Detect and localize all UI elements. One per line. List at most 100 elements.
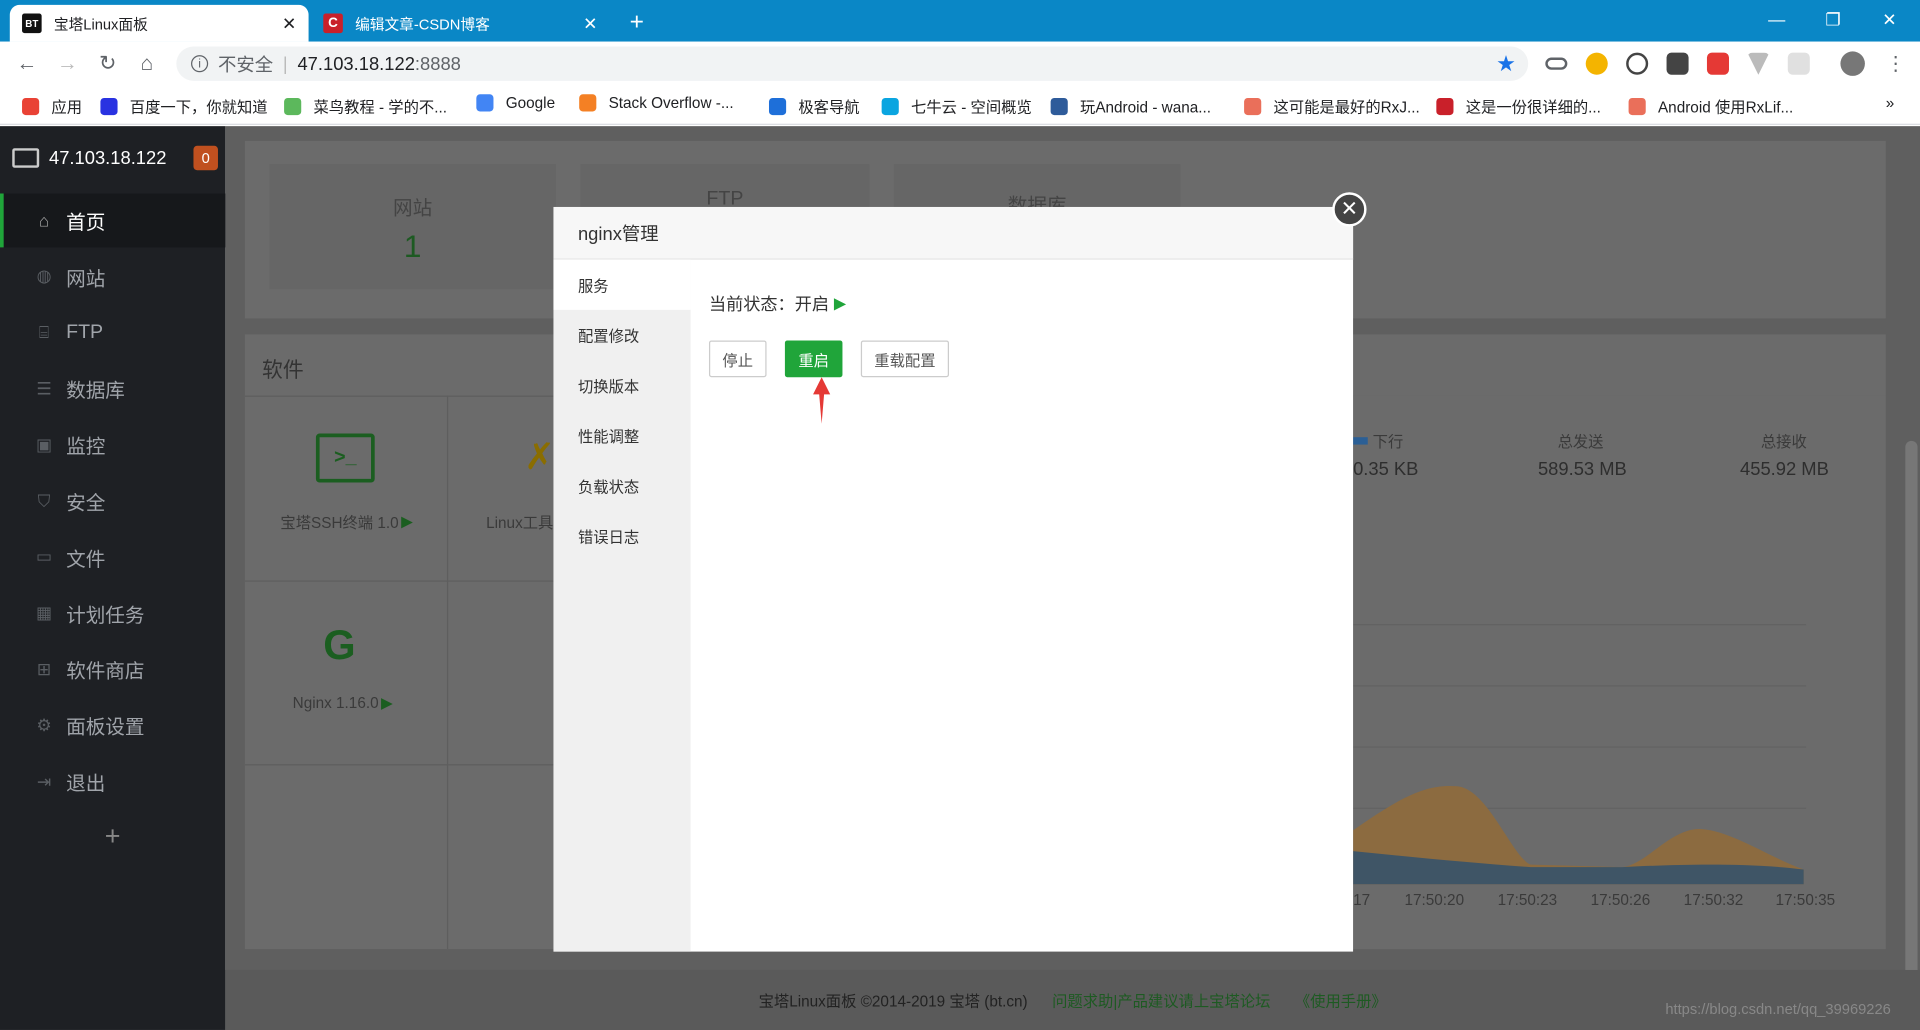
bookmark-item[interactable]: 这是一份很详细的... [1436,94,1601,117]
restart-button[interactable]: 重启 [784,340,843,378]
traffic-recv-value: 455.92 MB [1740,459,1829,481]
footer-forum-link[interactable]: 问题求助|产品建议请上宝塔论坛 [1052,988,1270,1011]
modal-menu-item[interactable]: 配置修改 [553,310,690,360]
stat-card-ftp[interactable]: FTP [580,164,870,214]
stat-card-database[interactable]: 数据库 [893,164,1181,217]
sidebar-item[interactable]: ⚙ 面板设置 [0,698,225,752]
info-icon[interactable]: i [191,55,209,73]
extension-infinity-icon[interactable] [1545,57,1568,70]
bookmark-item[interactable]: 菜鸟教程 - 学的不... [284,94,447,117]
sidebar-item[interactable]: ⊞ 软件商店 [0,642,225,696]
traffic-chart [1353,623,1807,885]
nginx-logo-icon[interactable]: G [323,622,355,670]
sidebar-item-label: 退出 [66,774,106,795]
qiniu-icon [881,97,899,115]
modal-close-icon[interactable]: ✕ [1332,192,1367,227]
bookmark-item[interactable]: 这可能是最好的RxJ... [1244,94,1420,117]
play-icon[interactable]: ▶ [401,512,413,530]
extension-grey-icon[interactable] [1787,52,1810,75]
bookmark-item[interactable]: 应用 [22,94,82,117]
bookmark-label: 菜鸟教程 - 学的不... [313,99,447,117]
tab-title: 宝塔Linux面板 [53,15,148,33]
sidebar-item[interactable]: ⌂ 首页 [0,193,226,248]
scrollbar[interactable] [1905,440,1918,980]
more-bookmarks-icon[interactable]: » [1886,94,1895,111]
modal-menu-item[interactable]: 切换版本 [553,360,690,410]
database-icon: ☰ [36,378,52,398]
bookmark-label: 应用 [51,99,83,117]
time-tick: 17:50:26 [1590,891,1651,909]
modal-menu-item[interactable]: 错误日志 [553,511,690,561]
add-button[interactable]: + [0,808,225,864]
software-label[interactable]: Linux工具 [486,509,553,532]
sidebar-item-label: 网站 [66,269,106,291]
extension-dark-icon[interactable] [1666,52,1689,75]
tab-csdn[interactable]: C 编辑文章-CSDN博客 ✕ [311,5,610,42]
sidebar-item[interactable]: ⛉ 安全 [0,474,225,528]
sidebar-item[interactable]: ☰ 数据库 [0,362,225,416]
sidebar-item[interactable]: ▣ 监控 [0,418,225,472]
extension-red-icon[interactable] [1706,52,1729,75]
wrench-icon[interactable]: ✗ [524,436,555,479]
status-value: 开启 [794,293,829,314]
bookmark-item[interactable]: Google [476,94,556,112]
minimize-icon[interactable]: — [1749,0,1805,39]
bookmark-label: 玩Android - wana... [1080,99,1212,117]
sidebar-item[interactable]: ◍ 网站 [0,250,225,304]
extension-circle-icon[interactable] [1626,52,1649,75]
sidebar-item[interactable]: ⇥ 退出 [0,754,225,808]
sidebar-item-label: 文件 [66,549,106,571]
folder-icon: ▭ [35,546,53,567]
bookmark-item[interactable]: 百度一下，你就知道 [100,94,268,117]
back-icon[interactable]: ← [12,49,41,78]
stop-button[interactable]: 停止 [708,340,767,378]
server-ip: 47.103.18.122 [48,147,167,169]
bookmark-item[interactable]: 玩Android - wana... [1050,94,1212,117]
sidebar-item[interactable]: ⌸ FTP [0,306,225,360]
reload-icon[interactable]: ↻ [93,49,122,78]
extension-shield-icon[interactable] [1585,52,1608,75]
bookmark-item[interactable]: 极客导航 [768,94,860,117]
close-tab-icon[interactable]: ✕ [583,13,597,34]
avatar[interactable] [1840,51,1865,76]
bookmark-item[interactable]: 七牛云 - 空间概览 [881,94,1032,117]
bookmark-item[interactable]: Stack Overflow -... [579,94,734,112]
new-tab-button[interactable]: + [622,7,651,36]
sidebar-item[interactable]: ▦ 计划任务 [0,586,225,640]
bookmark-item[interactable]: Android 使用RxLif... [1628,94,1793,117]
stat-card-website[interactable]: 网站 1 [269,164,556,290]
forward-icon[interactable]: → [53,49,82,78]
tab-bt-panel[interactable]: BT 宝塔Linux面板 ✕ [9,4,309,42]
sidebar-item[interactable]: ▭ 文件 [0,530,225,584]
play-icon[interactable]: ▶ [381,693,393,711]
notification-badge[interactable]: 0 [193,145,218,171]
security-label: 不安全 [217,54,274,76]
modal-menu-item[interactable]: 负载状态 [553,460,690,510]
close-window-icon[interactable]: ✕ [1861,0,1917,39]
terminal-icon[interactable]: >_ [315,433,375,483]
close-tab-icon[interactable]: ✕ [282,13,296,34]
bookmark-label: Google [505,94,556,112]
watermark: https://blog.csdn.net/qq_39969226 [1665,1000,1891,1018]
reload-config-button[interactable]: 重载配置 [860,340,949,378]
software-title: 软件 [262,358,304,383]
divider [244,580,554,582]
footer-manual-link[interactable]: 《使用手册》 [1295,988,1387,1011]
runoob-icon [284,97,302,115]
software-item[interactable]: 宝塔SSH终端 1.0 ▶ [280,509,412,532]
address-bar[interactable]: i 不安全 | 47.103.18.122 :8888 ★ [176,46,1529,81]
software-label: Nginx 1.16.0 [292,693,379,711]
footer-copyright: 宝塔Linux面板 ©2014-2019 宝塔 (bt.cn) [758,993,1028,1011]
modal-menu-item[interactable]: 性能调整 [553,410,690,460]
modal-menu-item[interactable]: 服务 [553,259,691,310]
home-icon[interactable]: ⌂ [132,49,161,78]
bookmark-label: 百度一下，你就知道 [129,99,268,117]
bookmark-star-icon[interactable]: ★ [1496,51,1516,77]
restore-icon[interactable]: ❐ [1805,0,1861,39]
software-item[interactable]: Nginx 1.16.0 ▶ [292,693,393,712]
home-icon: ⌂ [38,210,50,231]
time-tick: 17 [1353,891,1371,909]
red-arrow-annotation [813,377,831,424]
menu-kebab-icon[interactable]: ⋮ [1886,51,1906,75]
calendar-icon: ▦ [35,602,53,623]
